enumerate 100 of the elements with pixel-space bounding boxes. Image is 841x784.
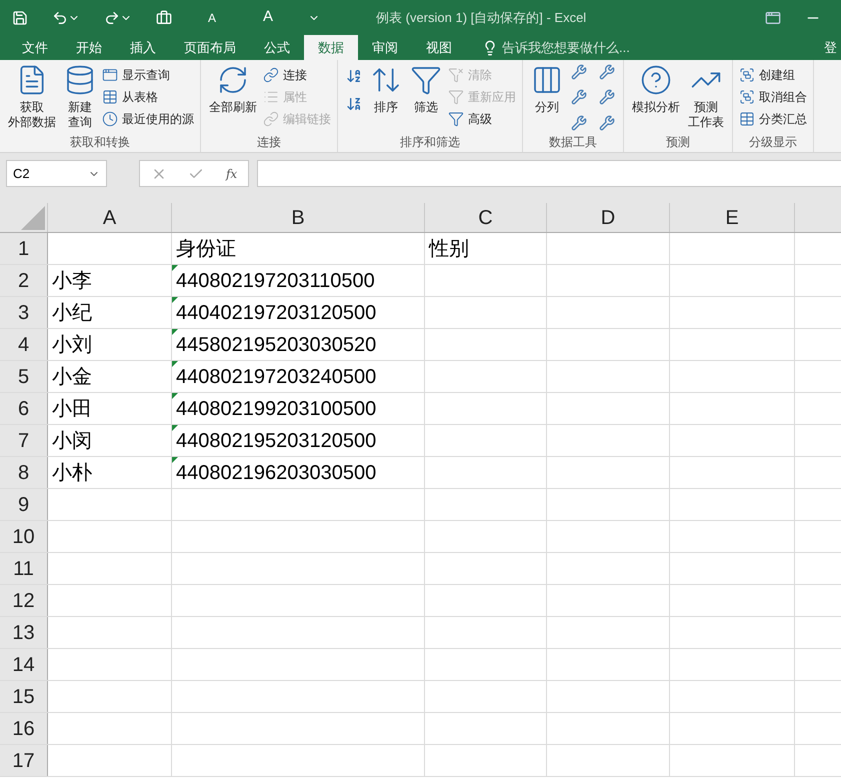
group-label: 获取和转换 <box>69 134 131 151</box>
cell-text: 445802195203030520 <box>175 332 378 358</box>
row-header[interactable]: 1 <box>0 233 48 264</box>
row-header[interactable]: 6 <box>0 393 48 424</box>
ribbon-button[interactable]: 分类汇总 <box>737 108 809 130</box>
ribbon-button[interactable]: 获取 外部数据 <box>4 60 60 132</box>
ribbon-button[interactable]: 高级 <box>446 108 518 130</box>
group-icon <box>739 67 755 83</box>
undo-icon[interactable] <box>52 10 68 26</box>
cell-text: 440802197203110500 <box>175 268 376 294</box>
data-tool-icon[interactable] <box>599 64 615 80</box>
column-header[interactable]: B <box>172 203 425 232</box>
window-icon <box>102 67 118 83</box>
cell-text: 440802195203120500 <box>175 428 378 454</box>
sign-in-link[interactable]: 登 <box>824 35 841 60</box>
row-header[interactable]: 3 <box>0 297 48 328</box>
row-header[interactable]: 7 <box>0 425 48 456</box>
cell-text: 小李 <box>51 268 93 294</box>
data-tool-icon[interactable] <box>571 114 587 131</box>
formula-field[interactable] <box>257 160 841 187</box>
group-label: 数据工具 <box>548 134 598 151</box>
data-tool-icon[interactable] <box>571 89 587 106</box>
ribbon-tab[interactable]: 数据 <box>304 35 358 60</box>
cell-text: 身份证 <box>175 236 237 262</box>
ribbon-button[interactable]: 显示查询 <box>100 64 196 86</box>
ribbon-button[interactable]: 从表格 <box>100 86 196 108</box>
ribbon-tab[interactable]: 开始 <box>62 35 116 60</box>
ribbon-button[interactable]: 排序 <box>366 60 406 132</box>
data-tool-icon[interactable] <box>599 89 615 106</box>
sort-descending-icon[interactable] <box>346 96 362 112</box>
database-icon <box>64 64 96 96</box>
ribbon-tab[interactable]: 文件 <box>8 35 62 60</box>
row-header[interactable]: 8 <box>0 457 48 488</box>
ribbon-button[interactable]: 预测 工作表 <box>684 60 728 132</box>
increase-font-button[interactable]: A <box>252 6 284 29</box>
ribbon-button[interactable]: 最近使用的源 <box>100 108 196 130</box>
group-label: 分级显示 <box>748 134 798 151</box>
cell-reference: C2 <box>13 164 30 183</box>
ribbon-button[interactable]: 连接 <box>261 64 333 86</box>
row-header[interactable]: 16 <box>0 713 48 744</box>
cell-text: 440802196203030500 <box>175 460 378 486</box>
column-header[interactable]: E <box>670 203 795 232</box>
insert-function-button[interactable]: fx <box>226 164 238 182</box>
group-icon <box>739 89 755 105</box>
tell-me-field[interactable]: 告诉我您想要做什么... <box>502 38 630 58</box>
ribbon-tab[interactable]: 审阅 <box>358 35 412 60</box>
data-tool-icon[interactable] <box>571 64 587 80</box>
row-header[interactable]: 17 <box>0 745 48 776</box>
cell-text: 小金 <box>51 364 93 390</box>
data-tool-icon[interactable] <box>599 114 615 131</box>
triangle-icon <box>21 206 45 230</box>
ribbon-button[interactable]: 全部刷新 <box>205 60 261 132</box>
row-header[interactable]: 2 <box>0 265 48 296</box>
cell-text: 小朴 <box>51 460 93 486</box>
row-header[interactable]: 15 <box>0 681 48 712</box>
row-header[interactable]: 5 <box>0 361 48 392</box>
save-icon[interactable] <box>12 10 28 26</box>
cell-text: 小闵 <box>51 428 93 454</box>
ribbon-button[interactable]: 新建 查询 <box>60 60 100 132</box>
sort-ascending-icon[interactable] <box>346 68 362 84</box>
link-icon <box>263 67 279 83</box>
column-header[interactable]: D <box>547 203 670 232</box>
ribbon-tab[interactable]: 页面布局 <box>170 35 250 60</box>
cell-text: 440802199203100500 <box>175 396 378 422</box>
ribbon-tab[interactable]: 插入 <box>116 35 170 60</box>
group-label: 排序和筛选 <box>399 134 461 151</box>
row-header[interactable]: 14 <box>0 649 48 680</box>
cell-text: 性别 <box>428 236 470 262</box>
ribbon-display-icon[interactable] <box>765 10 781 26</box>
table-icon <box>102 89 118 105</box>
ribbon-button[interactable]: 分列 <box>527 60 567 132</box>
row-header[interactable]: 10 <box>0 521 48 552</box>
ribbon-button[interactable]: 筛选 <box>406 60 446 132</box>
row-header[interactable]: 11 <box>0 553 48 584</box>
decrease-font-button[interactable]: A <box>196 8 228 26</box>
row-header[interactable]: 9 <box>0 489 48 520</box>
filter-icon <box>448 111 464 127</box>
ribbon-button[interactable]: 模拟分析 <box>628 60 684 132</box>
filter-clear-icon <box>448 67 464 83</box>
question-icon <box>640 64 672 96</box>
column-header[interactable]: A <box>48 203 172 232</box>
link-icon <box>263 111 279 127</box>
ribbon-tab[interactable]: 公式 <box>250 35 304 60</box>
refresh-icon <box>217 64 249 96</box>
ribbon-tab[interactable]: 视图 <box>412 35 466 60</box>
ribbon-button[interactable]: 创建组 <box>737 64 809 86</box>
cell-text: 440402197203120500 <box>175 300 378 326</box>
name-box[interactable]: C2 <box>6 160 107 187</box>
cell-text: 小田 <box>51 396 93 422</box>
group-label: 连接 <box>256 134 282 151</box>
group-label: 预测 <box>665 134 691 151</box>
cell-text: 小纪 <box>51 300 93 326</box>
column-header[interactable]: C <box>425 203 547 232</box>
row-header[interactable]: 12 <box>0 585 48 616</box>
row-header[interactable]: 4 <box>0 329 48 360</box>
ribbon-button[interactable]: 取消组合 <box>737 86 809 108</box>
columns-icon <box>531 64 563 96</box>
redo-icon[interactable] <box>104 10 120 26</box>
toolbox-icon[interactable] <box>156 10 172 26</box>
row-header[interactable]: 13 <box>0 617 48 648</box>
